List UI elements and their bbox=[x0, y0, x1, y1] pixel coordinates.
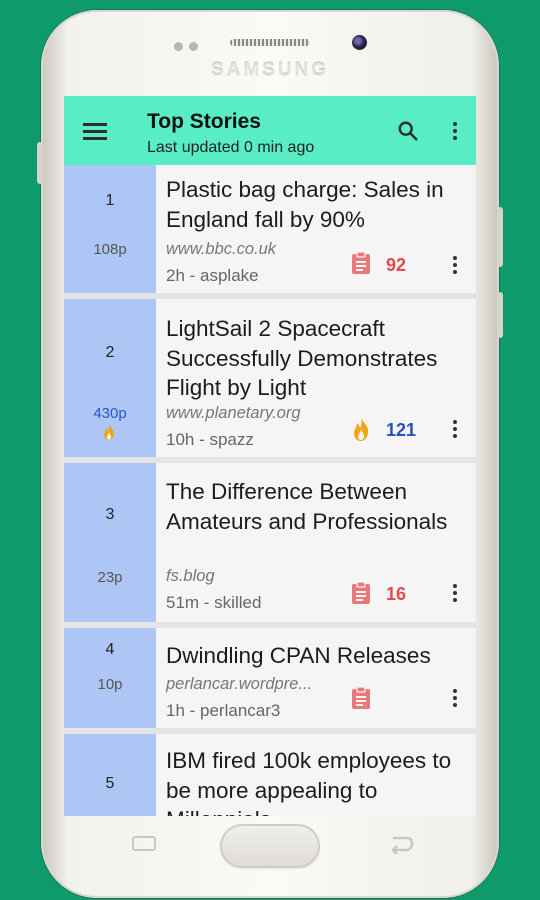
story-domain: www.bbc.co.uk bbox=[166, 240, 277, 258]
app-screen: Top Stories Last updated 0 min ago 1 108… bbox=[64, 96, 476, 816]
comment-count[interactable]: 121 bbox=[386, 420, 416, 441]
rank-number: 5 bbox=[105, 775, 115, 792]
story-title[interactable]: Dwindling CPAN Releases bbox=[166, 641, 472, 671]
story-domain: fs.blog bbox=[166, 567, 215, 585]
story-item[interactable]: 2 430p LightSail 2 Spacecraft Successful… bbox=[64, 299, 476, 457]
clipboard-icon[interactable] bbox=[350, 686, 372, 710]
back-icon[interactable] bbox=[387, 834, 415, 854]
story-title[interactable]: LightSail 2 Spacecraft Successfully Demo… bbox=[166, 314, 472, 403]
points: 108p bbox=[93, 241, 127, 258]
overflow-menu-icon[interactable] bbox=[452, 122, 458, 142]
hot-flame-icon bbox=[104, 424, 115, 440]
rank-number: 1 bbox=[105, 192, 115, 209]
front-camera bbox=[352, 35, 367, 50]
story-domain: www.planetary.org bbox=[166, 404, 301, 422]
last-updated-text: Last updated 0 min ago bbox=[147, 139, 315, 156]
story-domain: perlancar.wordpre... bbox=[166, 675, 313, 693]
volume-button bbox=[37, 142, 43, 184]
rank-column: 1 108p bbox=[64, 165, 156, 293]
story-title[interactable]: IBM fired 100k employees to be more appe… bbox=[166, 746, 472, 816]
app-bar: Top Stories Last updated 0 min ago bbox=[64, 96, 476, 165]
story-item[interactable]: 3 23p The Difference Between Amateurs an… bbox=[64, 463, 476, 622]
story-meta: 2h - asplake bbox=[166, 266, 259, 285]
more-options-icon[interactable] bbox=[452, 584, 458, 604]
story-item[interactable]: 4 10p Dwindling CPAN Releases perlancar.… bbox=[64, 628, 476, 728]
sensors bbox=[174, 38, 204, 56]
comment-count[interactable]: 16 bbox=[386, 584, 406, 605]
page-title: Top Stories bbox=[147, 110, 261, 133]
more-options-icon[interactable] bbox=[452, 256, 458, 276]
rank-number: 2 bbox=[105, 344, 115, 361]
rank-column: 5 bbox=[64, 734, 156, 816]
points: 430p bbox=[93, 405, 127, 422]
comment-count[interactable]: 92 bbox=[386, 255, 406, 276]
rank-column: 2 430p bbox=[64, 299, 156, 457]
story-meta: 51m - skilled bbox=[166, 593, 262, 612]
clipboard-icon[interactable] bbox=[350, 251, 372, 275]
recent-apps-button[interactable] bbox=[132, 836, 156, 851]
story-list: 1 108p Plastic bag charge: Sales in Engl… bbox=[64, 165, 476, 816]
story-meta: 10h - spazz bbox=[166, 430, 254, 449]
brand-logo: SAMSUNG bbox=[210, 60, 330, 81]
story-item[interactable]: 1 108p Plastic bag charge: Sales in Engl… bbox=[64, 165, 476, 293]
rank-number: 3 bbox=[105, 506, 115, 523]
points: 10p bbox=[97, 676, 123, 693]
flame-icon[interactable] bbox=[350, 416, 372, 442]
menu-icon[interactable] bbox=[83, 123, 107, 140]
story-item[interactable]: 5 IBM fired 100k employees to be more ap… bbox=[64, 734, 476, 816]
clipboard-icon[interactable] bbox=[350, 581, 372, 605]
side-button bbox=[497, 292, 503, 338]
story-title[interactable]: The Difference Between Amateurs and Prof… bbox=[166, 477, 472, 536]
points: 23p bbox=[97, 569, 123, 586]
rank-column: 4 10p bbox=[64, 628, 156, 728]
rank-column: 3 23p bbox=[64, 463, 156, 622]
home-button[interactable] bbox=[220, 824, 320, 868]
more-options-icon[interactable] bbox=[452, 420, 458, 440]
search-icon[interactable] bbox=[397, 120, 419, 142]
earpiece-speaker bbox=[230, 39, 310, 46]
story-title[interactable]: Plastic bag charge: Sales in England fal… bbox=[166, 175, 472, 234]
rank-number: 4 bbox=[105, 641, 115, 658]
more-options-icon[interactable] bbox=[452, 689, 458, 709]
story-meta: 1h - perlancar3 bbox=[166, 701, 281, 720]
power-button bbox=[497, 207, 503, 267]
